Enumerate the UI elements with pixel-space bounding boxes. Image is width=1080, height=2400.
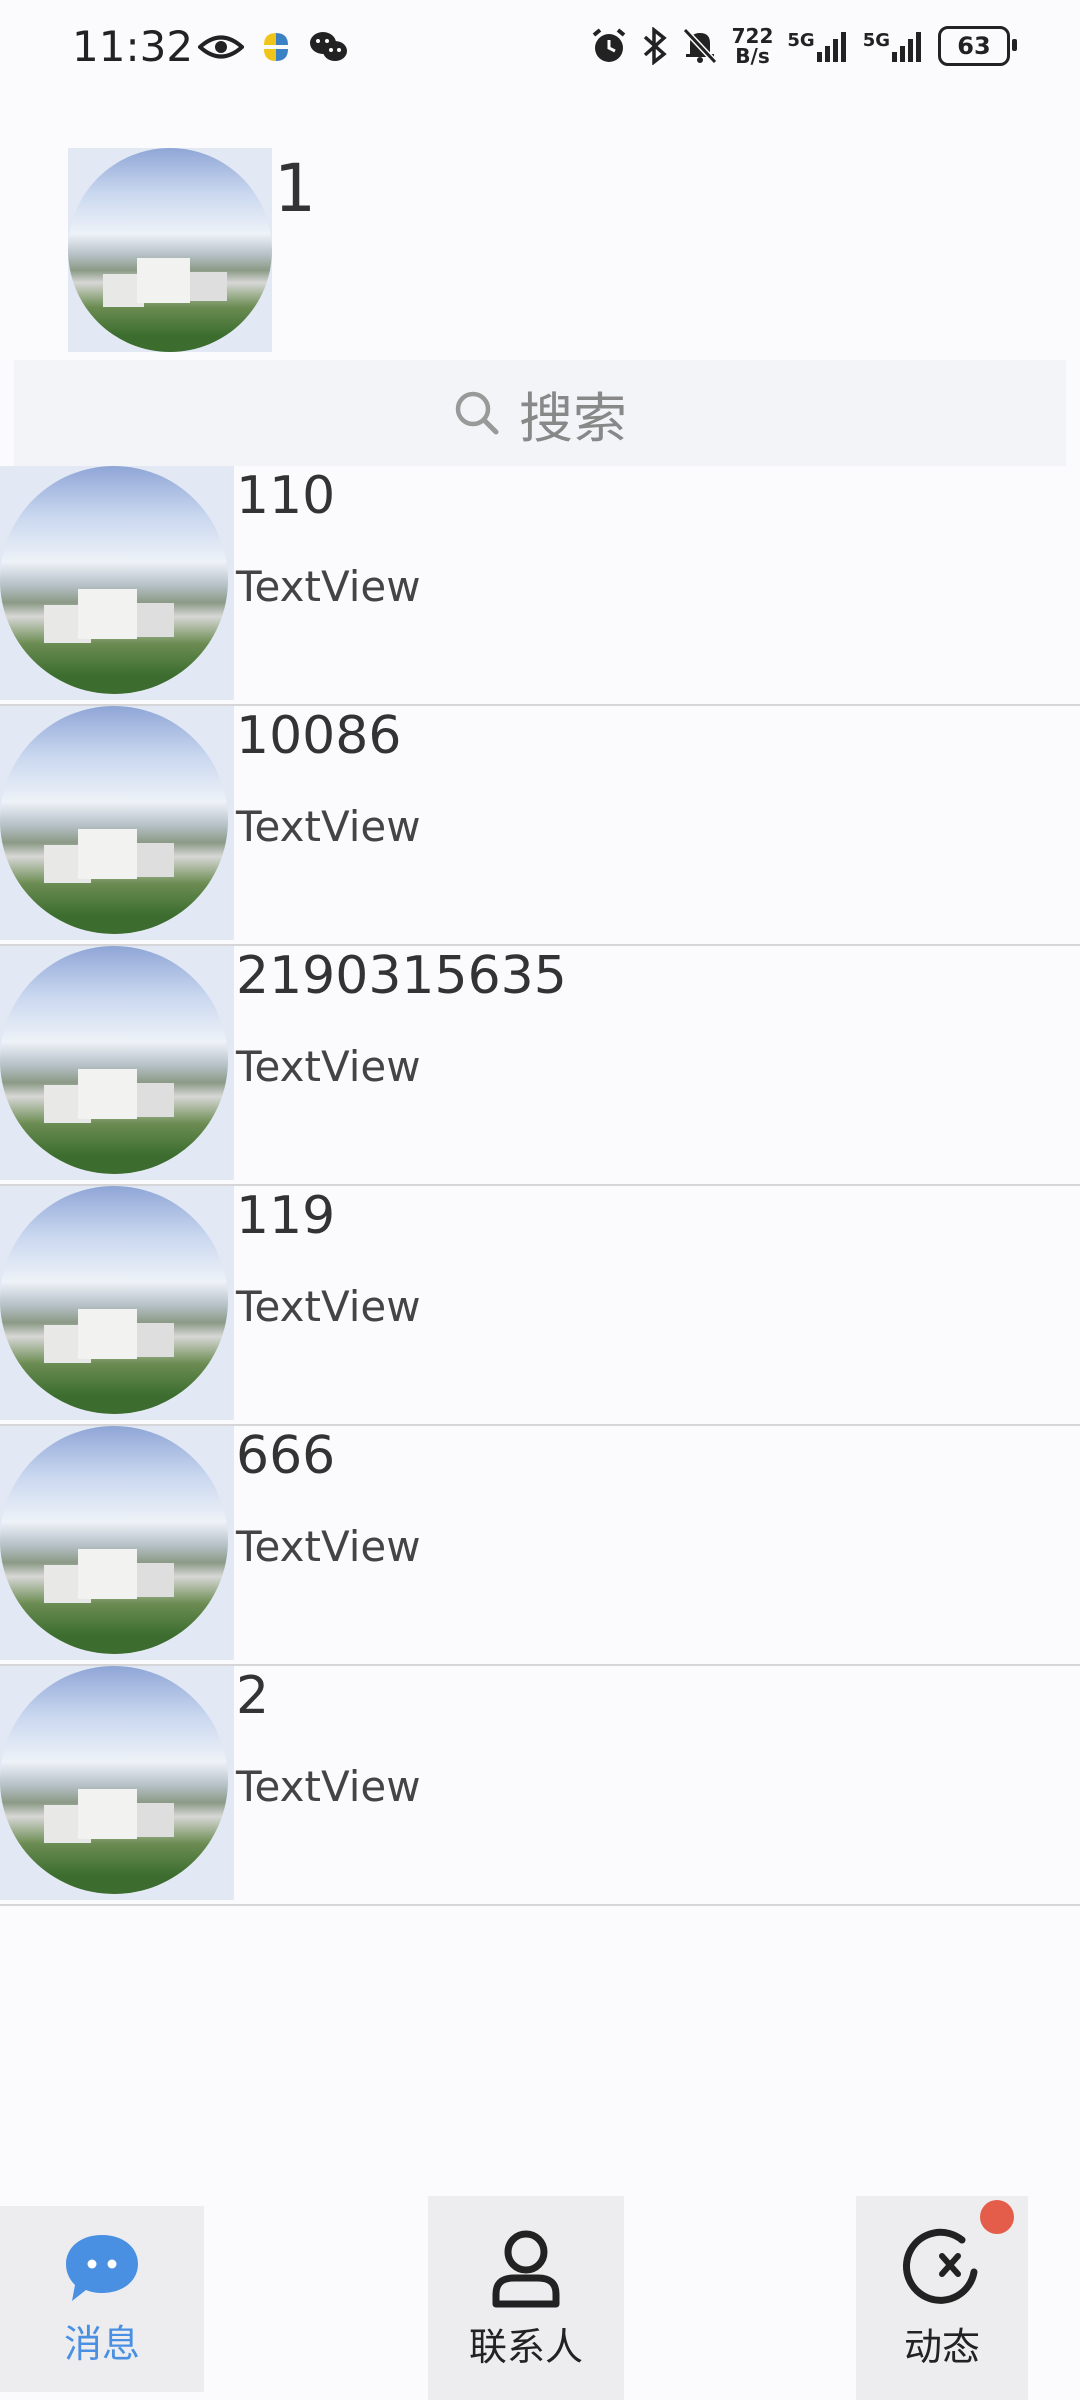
contact-subtitle: TextView <box>236 1762 421 1811</box>
status-bar: 11:32 722 B/s 5G 5G 63 <box>0 0 1080 100</box>
avatar-image <box>0 466 228 694</box>
contact-list: 110 TextView 10086 TextView 2190315635 T… <box>0 466 1080 1906</box>
signal-1: 5G <box>787 30 848 62</box>
list-item[interactable]: 2 TextView <box>0 1666 1080 1906</box>
avatar-image <box>0 946 228 1174</box>
list-item[interactable]: 666 TextView <box>0 1426 1080 1666</box>
avatar <box>0 1186 234 1420</box>
avatar <box>0 1426 234 1660</box>
avatar <box>0 1666 234 1900</box>
tab-moments-label: 动态 <box>903 2324 980 2369</box>
contact-name: 666 <box>236 1426 336 1486</box>
alarm-icon <box>592 28 625 62</box>
avatar-image <box>0 1666 228 1894</box>
list-item[interactable]: 110 TextView <box>0 466 1080 706</box>
avatar-image <box>68 148 272 352</box>
contact-subtitle: TextView <box>236 1522 421 1571</box>
avatar <box>0 706 234 940</box>
battery-indicator: 63 <box>938 26 1017 66</box>
status-time: 11:32 <box>72 22 194 71</box>
avatar-image <box>0 1426 228 1654</box>
net-speed: 722 B/s <box>731 24 774 68</box>
signal-icon <box>892 32 921 62</box>
contact-name: 2 <box>236 1666 270 1726</box>
contact-subtitle: TextView <box>236 1042 421 1091</box>
eye-icon <box>198 35 244 59</box>
avatar-image <box>0 706 228 934</box>
avatar-image <box>0 1186 228 1414</box>
contact-name: 2190315635 <box>236 946 567 1006</box>
tab-contacts[interactable]: 联系人 <box>428 2196 624 2400</box>
search-bar[interactable]: 搜索 <box>14 360 1066 466</box>
notification-badge <box>980 2200 1014 2234</box>
tab-moments[interactable]: 动态 <box>856 2196 1028 2400</box>
contact-name: 119 <box>236 1186 336 1246</box>
chat-bubble-icon <box>66 2234 138 2301</box>
wechat-icon <box>310 32 347 61</box>
bluetooth-icon <box>643 27 667 65</box>
avatar <box>0 466 234 700</box>
list-item[interactable]: 2190315635 TextView <box>0 946 1080 1186</box>
signal-2: 5G <box>863 30 924 62</box>
contact-name: 110 <box>236 466 336 526</box>
contact-name: 10086 <box>236 706 402 766</box>
avatar <box>0 946 234 1180</box>
status-right-icons: 722 B/s 5G 5G 63 <box>590 24 1017 68</box>
contact-subtitle: TextView <box>236 562 421 611</box>
list-item[interactable]: 10086 TextView <box>0 706 1080 946</box>
list-item[interactable]: 119 TextView <box>0 1186 1080 1426</box>
person-icon <box>492 2230 560 2307</box>
tab-messages-label: 消息 <box>63 2321 140 2366</box>
search-icon <box>455 391 499 435</box>
app-icon <box>264 33 288 61</box>
tab-contacts-label: 联系人 <box>468 2324 583 2369</box>
moments-icon <box>902 2228 978 2304</box>
contact-subtitle: TextView <box>236 802 421 851</box>
profile-avatar[interactable] <box>68 148 272 352</box>
status-left-icons <box>198 30 348 64</box>
bell-muted-icon <box>682 27 717 65</box>
signal-icon <box>816 32 846 62</box>
search-label: 搜索 <box>519 386 627 450</box>
contact-subtitle: TextView <box>236 1282 421 1331</box>
profile-name: 1 <box>274 150 316 227</box>
tab-messages[interactable]: 消息 <box>0 2206 204 2392</box>
